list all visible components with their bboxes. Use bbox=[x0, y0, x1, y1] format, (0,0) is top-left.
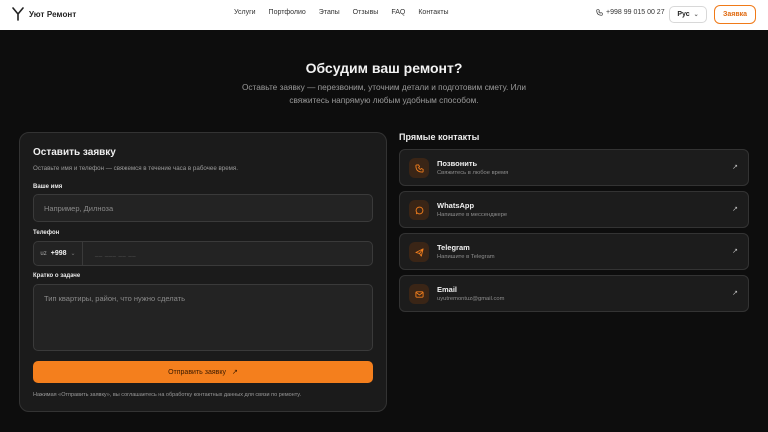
nav-item-stages[interactable]: Этапы bbox=[319, 9, 340, 16]
contact-name: WhatsApp bbox=[437, 201, 475, 210]
contact-sub: uyutremontuz@gmail.com bbox=[437, 296, 505, 302]
form-description: Оставьте имя и телефон — свяжемся в тече… bbox=[33, 165, 238, 172]
nav-item-services[interactable]: Услуги bbox=[234, 9, 256, 16]
form-title: Оставить заявку bbox=[33, 147, 116, 158]
arrow-up-right-icon: ↗ bbox=[732, 206, 738, 213]
mail-icon bbox=[409, 284, 429, 304]
nav-item-faq[interactable]: FAQ bbox=[391, 9, 405, 16]
logo[interactable]: Уют Ремонт bbox=[12, 7, 76, 21]
phone-field: uz +998 ⌄ __ ___ __ __ bbox=[33, 241, 373, 266]
contact-call[interactable]: Позвонить Свяжитесь в любое время ↗ bbox=[399, 149, 749, 186]
flag-icon: uz bbox=[40, 250, 47, 257]
contact-sub: Свяжитесь в любое время bbox=[437, 170, 509, 176]
logo-icon bbox=[12, 7, 24, 21]
contact-telegram[interactable]: Telegram Напишите в Telegram ↗ bbox=[399, 233, 749, 270]
submit-button[interactable]: Отправить заявку ↗ bbox=[33, 361, 373, 383]
main-nav: Услуги Портфолио Этапы Отзывы FAQ Контак… bbox=[234, 9, 449, 16]
phone-label: Телефон bbox=[33, 230, 60, 236]
arrow-up-right-icon: ↗ bbox=[232, 369, 238, 376]
page-title: Обсудим ваш ремонт? bbox=[305, 60, 463, 76]
phone-icon bbox=[596, 9, 603, 16]
language-label: Рус bbox=[677, 11, 690, 18]
header-cta-button[interactable]: Заявка bbox=[714, 5, 756, 24]
contact-name: Позвонить bbox=[437, 159, 478, 168]
nav-item-contacts[interactable]: Контакты bbox=[418, 9, 448, 16]
arrow-up-right-icon: ↗ bbox=[732, 290, 738, 297]
contacts-title: Прямые контакты bbox=[399, 132, 480, 142]
consent-text: Нажимая «Отправить заявку», вы соглашает… bbox=[33, 392, 302, 398]
chevron-down-icon: ⌄ bbox=[70, 251, 76, 257]
contact-name: Telegram bbox=[437, 243, 470, 252]
submit-label: Отправить заявку bbox=[168, 368, 227, 376]
contact-whatsapp[interactable]: WhatsApp Напишите в мессенджере ↗ bbox=[399, 191, 749, 228]
contact-name: Email bbox=[437, 285, 458, 294]
name-label: Ваше имя bbox=[33, 184, 63, 190]
arrow-up-right-icon: ↗ bbox=[732, 164, 738, 171]
whatsapp-icon bbox=[409, 200, 429, 220]
header-phone-number: +998 99 015 00 27 bbox=[606, 9, 665, 16]
telegram-icon bbox=[409, 242, 429, 262]
task-textarea[interactable]: Тип квартиры, район, что нужно сделать bbox=[33, 284, 373, 351]
site-header: Уют Ремонт Услуги Портфолио Этапы Отзывы… bbox=[0, 0, 768, 30]
arrow-up-right-icon: ↗ bbox=[732, 248, 738, 255]
phone-input[interactable]: __ ___ __ __ bbox=[86, 251, 136, 257]
phone-icon bbox=[409, 158, 429, 178]
task-label: Кратко о задаче bbox=[33, 273, 81, 279]
language-select[interactable]: Рус ⌄ bbox=[669, 6, 707, 23]
contact-sub: Напишите в мессенджере bbox=[437, 212, 508, 218]
nav-item-portfolio[interactable]: Портфолио bbox=[269, 9, 306, 16]
request-form: Оставить заявку Оставьте имя и телефон —… bbox=[19, 132, 387, 412]
country-code-select[interactable]: uz +998 ⌄ bbox=[34, 242, 83, 265]
name-placeholder: Например, Дилноза bbox=[44, 203, 114, 213]
task-placeholder: Тип квартиры, район, что нужно сделать bbox=[44, 294, 185, 303]
name-input[interactable]: Например, Дилноза bbox=[33, 194, 373, 222]
nav-item-reviews[interactable]: Отзывы bbox=[353, 9, 379, 16]
country-code: +998 bbox=[50, 250, 67, 257]
contact-sub: Напишите в Telegram bbox=[437, 254, 495, 260]
chevron-down-icon: ⌄ bbox=[693, 12, 699, 18]
logo-text: Уют Ремонт bbox=[29, 9, 77, 19]
contact-email[interactable]: Email uyutremontuz@gmail.com ↗ bbox=[399, 275, 749, 312]
header-phone[interactable]: +998 99 015 00 27 bbox=[596, 9, 665, 16]
page-subtitle: Оставьте заявку — перезвоним, уточним де… bbox=[241, 82, 527, 105]
